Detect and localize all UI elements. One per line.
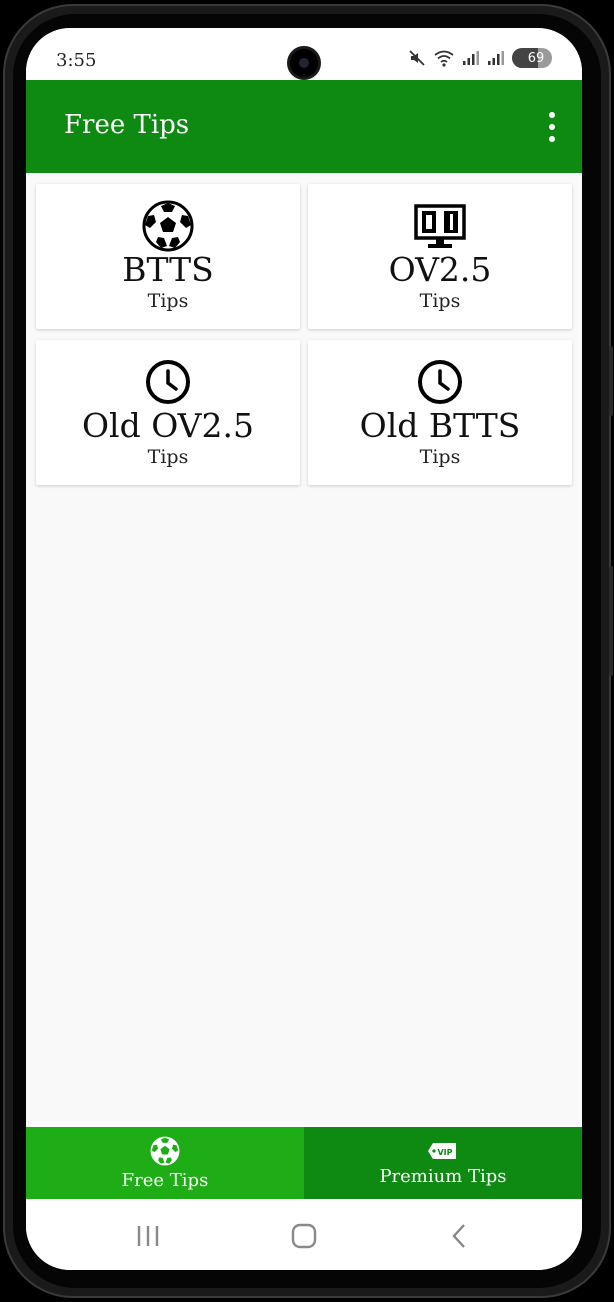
screen: 3:55 69 Free Tips BTTS Tips OV2.5 Tips O… — [26, 28, 582, 1270]
status-icons: 69 — [408, 48, 552, 68]
battery-indicator: 69 — [512, 48, 552, 68]
wifi-icon — [434, 50, 454, 67]
card-old-ov25[interactable]: Old OV2.5 Tips — [36, 340, 300, 485]
soccer-ball-icon — [150, 1136, 180, 1165]
recent-apps-icon[interactable] — [132, 1221, 164, 1251]
card-title: BTTS — [122, 250, 214, 289]
home-icon[interactable] — [288, 1221, 320, 1251]
card-subtitle: Tips — [147, 290, 189, 312]
card-subtitle: Tips — [419, 446, 461, 468]
soccer-ball-icon — [142, 200, 194, 252]
card-subtitle: Tips — [419, 290, 461, 312]
system-nav-bar — [26, 1199, 582, 1270]
scoreboard-icon — [414, 204, 466, 248]
nav-premium-tips[interactable]: VIP Premium Tips — [304, 1127, 582, 1199]
card-title: Old OV2.5 — [81, 406, 254, 445]
card-title: OV2.5 — [388, 250, 492, 289]
card-title: Old BTTS — [359, 406, 521, 445]
card-subtitle: Tips — [147, 446, 189, 468]
nav-free-tips[interactable]: Free Tips — [26, 1127, 304, 1199]
nav-label: Free Tips — [121, 1169, 209, 1191]
clock-icon — [418, 360, 462, 404]
page-title: Free Tips — [64, 110, 190, 140]
card-ov25[interactable]: OV2.5 Tips — [308, 184, 572, 329]
signal-icon — [463, 51, 479, 65]
status-bar: 3:55 69 — [26, 28, 582, 80]
overflow-menu-icon[interactable] — [540, 112, 564, 142]
power-button — [609, 566, 613, 676]
signal-icon-2 — [488, 51, 504, 65]
card-btts[interactable]: BTTS Tips — [36, 184, 300, 329]
card-old-btts[interactable]: Old BTTS Tips — [308, 340, 572, 485]
front-camera — [287, 46, 321, 80]
battery-level: 69 — [527, 50, 545, 66]
bottom-nav: Free Tips VIP Premium Tips — [26, 1127, 582, 1199]
status-time: 3:55 — [56, 50, 97, 71]
volume-button — [609, 346, 613, 416]
app-bar: Free Tips — [26, 80, 582, 173]
vip-ticket-icon: VIP — [428, 1142, 456, 1159]
clock-icon — [146, 360, 190, 404]
mute-icon — [409, 50, 425, 66]
tips-grid: BTTS Tips OV2.5 Tips Old OV2.5 Tips Old … — [26, 173, 582, 1125]
back-icon[interactable] — [444, 1221, 476, 1251]
nav-label: Premium Tips — [379, 1165, 507, 1187]
svg-text:VIP: VIP — [437, 1148, 452, 1157]
